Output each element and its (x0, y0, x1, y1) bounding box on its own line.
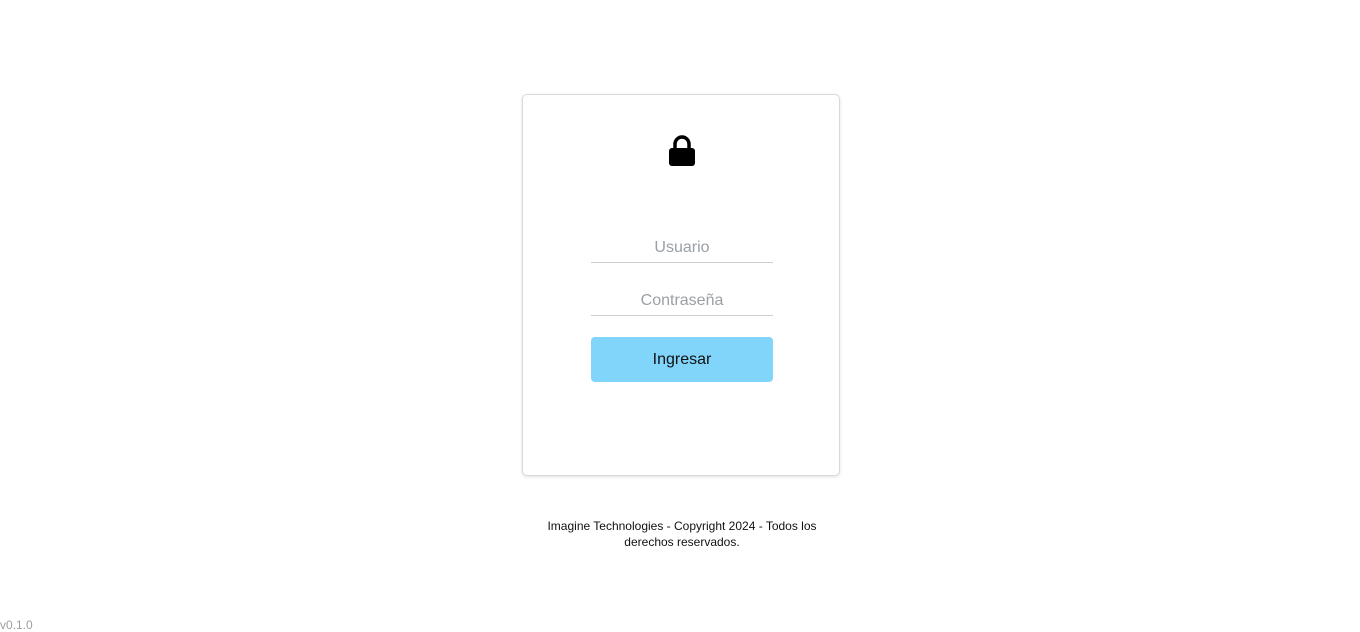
footer-copyright: Imagine Technologies - Copyright 2024 - … (547, 519, 817, 549)
version-label: v0.1.0 (0, 618, 33, 632)
login-button[interactable]: Ingresar (591, 337, 773, 382)
login-card: Ingresar (522, 94, 840, 476)
login-page: Ingresar Imagine Technologies - Copyrigh… (0, 0, 1360, 632)
password-input[interactable] (591, 286, 773, 316)
username-input[interactable] (591, 233, 773, 263)
lock-icon (669, 135, 695, 166)
